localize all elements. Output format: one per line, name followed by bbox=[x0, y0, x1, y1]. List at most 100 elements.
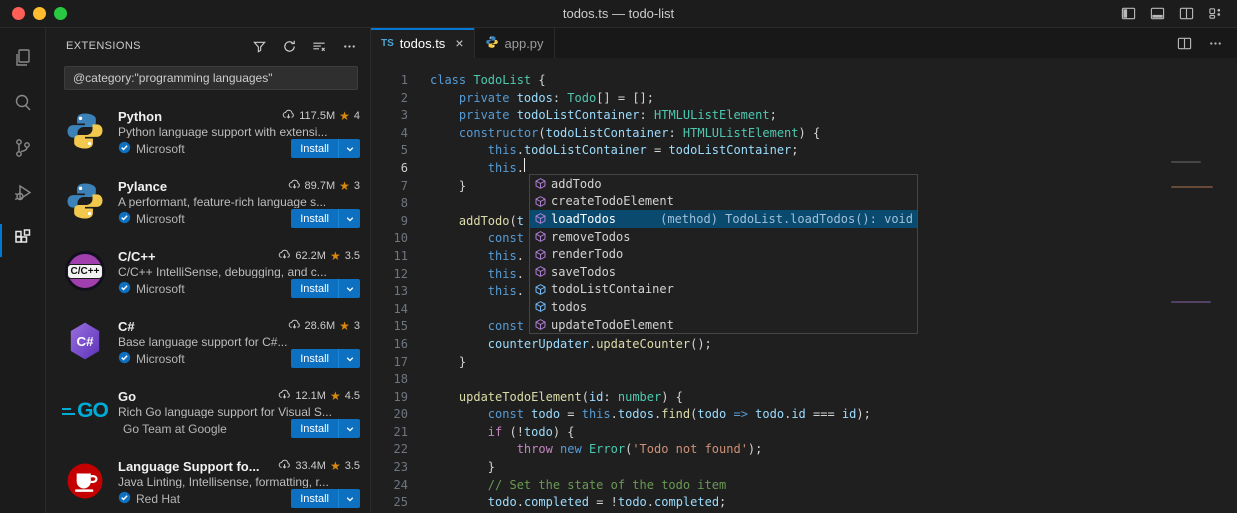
suggest-item[interactable]: updateTodoElement bbox=[530, 316, 917, 334]
activity-extensions[interactable] bbox=[0, 218, 46, 263]
line-number: 18 bbox=[371, 371, 408, 389]
verified-publisher-icon bbox=[118, 351, 131, 367]
titlebar: todos.ts — todo-list bbox=[0, 0, 1237, 28]
code-line[interactable]: 19 updateTodoElement(id: number) { bbox=[371, 389, 1237, 407]
line-number: 22 bbox=[371, 441, 408, 459]
filter-icon[interactable] bbox=[250, 37, 268, 55]
code-line[interactable]: 20 const todo = this.todos.find(todo => … bbox=[371, 406, 1237, 424]
toggle-panel-icon[interactable] bbox=[1150, 6, 1165, 21]
toggle-secondary-sidebar-icon[interactable] bbox=[1179, 6, 1194, 21]
suggest-item[interactable]: createTodoElement bbox=[530, 193, 917, 211]
suggest-label: renderTodo bbox=[551, 247, 623, 261]
code-line[interactable]: 16 counterUpdater.updateCounter(); bbox=[371, 336, 1237, 354]
extension-list-item[interactable]: Python 117.5M ★ 4 Python language suppor… bbox=[46, 98, 370, 168]
code-line[interactable]: 18 bbox=[371, 371, 1237, 389]
window-title: todos.ts — todo-list bbox=[0, 6, 1237, 21]
rating-value: 3.5 bbox=[345, 250, 360, 262]
code-line[interactable]: 24 // Set the state of the todo item bbox=[371, 477, 1237, 495]
suggest-item[interactable]: loadTodos(method) TodoList.loadTodos(): … bbox=[530, 210, 917, 228]
tab-label: todos.ts bbox=[400, 36, 446, 51]
maximize-window-button[interactable] bbox=[54, 7, 67, 20]
code-line[interactable]: 1class TodoList { bbox=[371, 72, 1237, 90]
extension-list-item[interactable]: C# C# 28.6M ★ 3 Base language support fo… bbox=[46, 308, 370, 378]
suggest-label: todos bbox=[551, 300, 587, 314]
sidebar-header: EXTENSIONS bbox=[46, 28, 370, 64]
code-line[interactable]: 25 todo.completed = !todo.completed; bbox=[371, 494, 1237, 512]
extension-list-item[interactable]: Language Support fo... 33.4M ★ 3.5 Java … bbox=[46, 448, 370, 513]
activity-search[interactable] bbox=[0, 83, 46, 128]
more-actions-icon[interactable] bbox=[1208, 36, 1223, 51]
suggest-item[interactable]: renderTodo bbox=[530, 245, 917, 263]
extensions-search-input[interactable] bbox=[65, 71, 357, 85]
line-number: 24 bbox=[371, 477, 408, 495]
install-dropdown-button[interactable] bbox=[338, 419, 360, 438]
star-icon: ★ bbox=[339, 319, 350, 333]
split-editor-icon[interactable] bbox=[1177, 36, 1192, 51]
line-number: 21 bbox=[371, 424, 408, 442]
tab-todos-ts[interactable]: TS todos.ts × bbox=[371, 28, 475, 58]
install-button[interactable]: Install bbox=[291, 139, 338, 158]
python-logo bbox=[64, 180, 106, 222]
rating-value: 3.5 bbox=[345, 460, 360, 472]
suggest-item[interactable]: removeTodos bbox=[530, 228, 917, 246]
editor-body[interactable]: 1class TodoList {2 private todos: Todo[]… bbox=[371, 58, 1237, 513]
install-button[interactable]: Install bbox=[291, 349, 338, 368]
activity-source-control[interactable] bbox=[0, 128, 46, 173]
code-line[interactable]: 2 private todos: Todo[] = []; bbox=[371, 90, 1237, 108]
toggle-primary-sidebar-icon[interactable] bbox=[1121, 6, 1136, 21]
suggest-item[interactable]: todoListContainer bbox=[530, 281, 917, 299]
customize-layout-icon[interactable] bbox=[1208, 6, 1223, 21]
install-button[interactable]: Install bbox=[291, 419, 338, 438]
activity-explorer[interactable] bbox=[0, 38, 46, 83]
install-dropdown-button[interactable] bbox=[338, 139, 360, 158]
code-line[interactable]: 17 } bbox=[371, 354, 1237, 372]
extension-list-item[interactable]: C/C++ C/C++ 62.2M ★ 3.5 C/C++ IntelliSen… bbox=[46, 238, 370, 308]
install-dropdown-button[interactable] bbox=[338, 489, 360, 508]
method-icon bbox=[532, 230, 548, 243]
suggest-label: addTodo bbox=[551, 177, 602, 191]
extension-list-item[interactable]: GO Go 12.1M ★ 4.5 Rich Go language suppo… bbox=[46, 378, 370, 448]
minimize-window-button[interactable] bbox=[33, 7, 46, 20]
code-line[interactable]: 4 constructor(todoListContainer: HTMLULi… bbox=[371, 125, 1237, 143]
code-line[interactable]: 5 this.todoListContainer = todoListConta… bbox=[371, 142, 1237, 160]
install-button[interactable]: Install bbox=[291, 279, 338, 298]
install-dropdown-button[interactable] bbox=[338, 209, 360, 228]
code-line[interactable]: 3 private todoListContainer: HTMLUListEl… bbox=[371, 107, 1237, 125]
editor-group: TS todos.ts × app.py 1class TodoList {2 … bbox=[371, 28, 1237, 513]
extension-description: Python language support with extensi... bbox=[118, 125, 360, 138]
line-number: 13 bbox=[371, 283, 408, 301]
install-button[interactable]: Install bbox=[291, 489, 338, 508]
clear-search-results-icon[interactable] bbox=[310, 37, 328, 55]
download-count: 117.5M bbox=[299, 110, 335, 122]
rating-value: 4 bbox=[354, 110, 360, 122]
extension-description: A performant, feature-rich language s... bbox=[118, 195, 360, 208]
line-number: 19 bbox=[371, 389, 408, 407]
close-tab-icon[interactable]: × bbox=[455, 35, 463, 51]
line-number: 11 bbox=[371, 248, 408, 266]
code-line[interactable]: 23 } bbox=[371, 459, 1237, 477]
suggest-detail: (method) TodoList.loadTodos(): void bbox=[660, 212, 913, 226]
more-actions-icon[interactable] bbox=[340, 37, 358, 55]
extension-name: Python bbox=[118, 109, 162, 124]
install-dropdown-button[interactable] bbox=[338, 279, 360, 298]
line-number: 9 bbox=[371, 213, 408, 231]
download-count-icon bbox=[288, 178, 301, 194]
suggest-label: createTodoElement bbox=[551, 194, 674, 208]
install-dropdown-button[interactable] bbox=[338, 349, 360, 368]
rating-value: 3 bbox=[354, 180, 360, 192]
tab-app-py[interactable]: app.py bbox=[475, 28, 555, 58]
star-icon: ★ bbox=[330, 459, 341, 473]
install-button[interactable]: Install bbox=[291, 209, 338, 228]
publisher-name: Red Hat bbox=[136, 492, 180, 506]
extension-list-item[interactable]: Pylance 89.7M ★ 3 A performant, feature-… bbox=[46, 168, 370, 238]
code-line[interactable]: 22 throw new Error('Todo not found'); bbox=[371, 441, 1237, 459]
refresh-icon[interactable] bbox=[280, 37, 298, 55]
suggest-item[interactable]: todos bbox=[530, 298, 917, 316]
activity-run-debug[interactable] bbox=[0, 173, 46, 218]
close-window-button[interactable] bbox=[12, 7, 25, 20]
code-line[interactable]: 21 if (!todo) { bbox=[371, 424, 1237, 442]
suggest-item[interactable]: addTodo bbox=[530, 175, 917, 193]
minimap[interactable] bbox=[1145, 58, 1237, 513]
suggest-item[interactable]: saveTodos bbox=[530, 263, 917, 281]
publisher-name: Microsoft bbox=[136, 142, 185, 156]
